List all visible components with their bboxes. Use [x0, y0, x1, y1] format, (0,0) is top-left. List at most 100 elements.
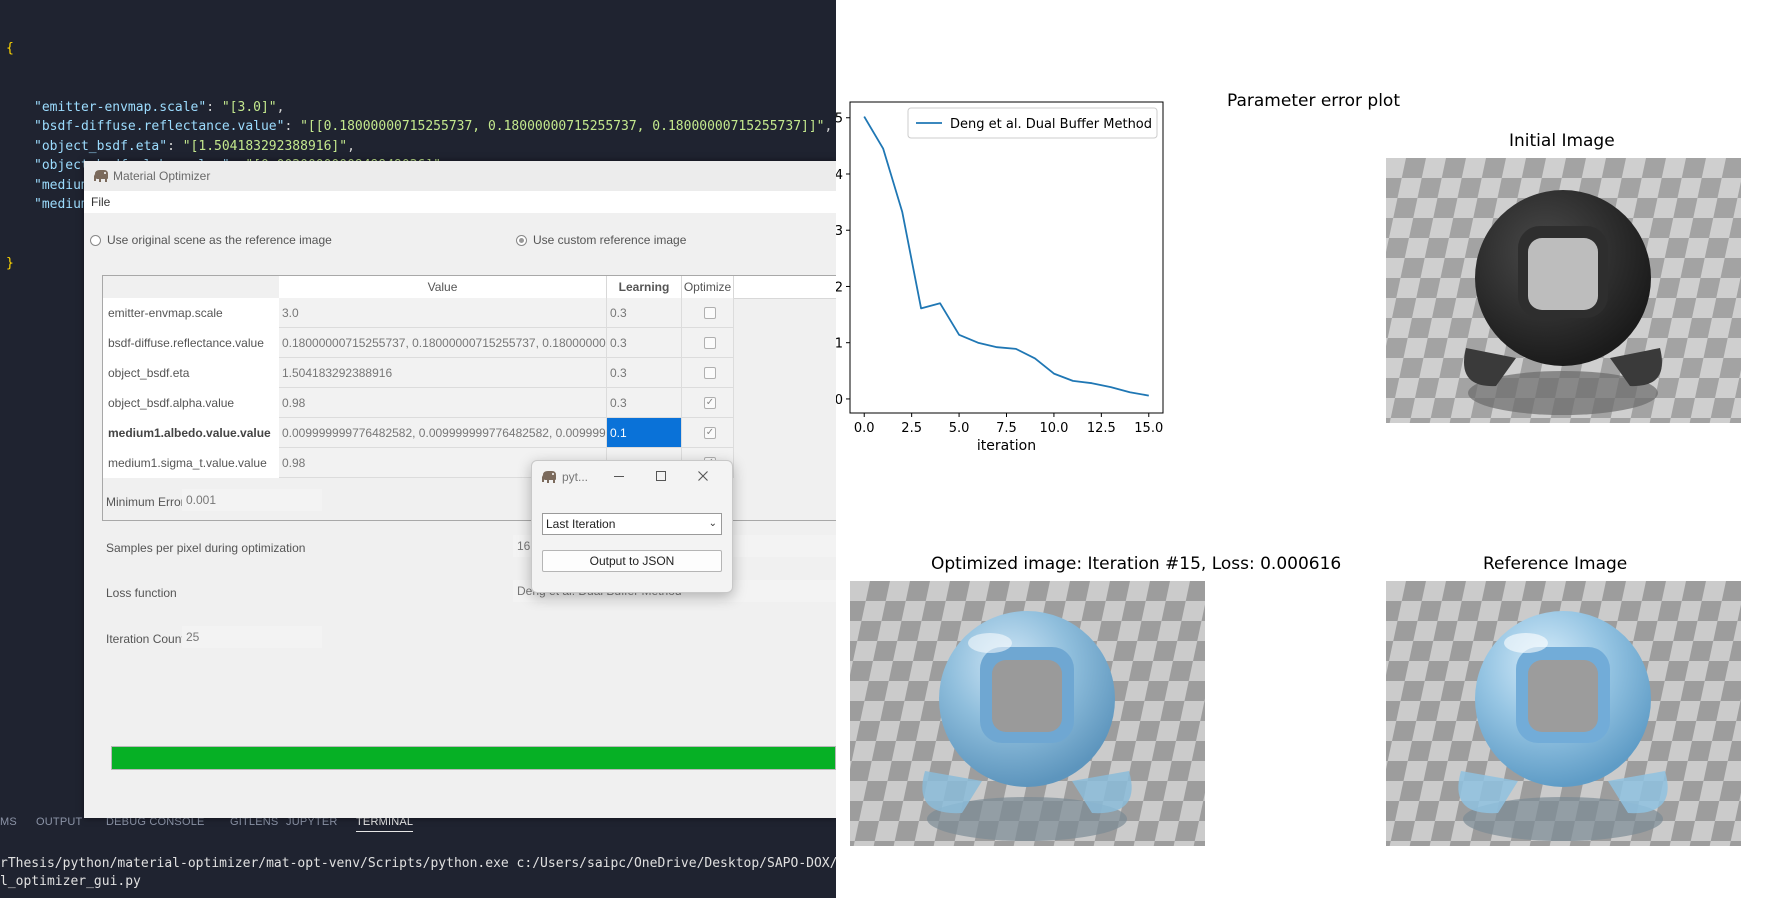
param-name: bsdf-diffuse.reflectance.value [103, 328, 279, 358]
radio-custom-reference[interactable]: Use custom reference image [516, 233, 686, 247]
param-name: emitter-envmap.scale [103, 298, 279, 328]
min-error-field[interactable]: 0.001 [182, 489, 322, 511]
radio-button[interactable] [516, 234, 527, 246]
learning-rate-cell[interactable]: 0.3 [607, 328, 682, 358]
json-key: "emitter-envmap.scale" [34, 99, 207, 115]
param-value-cell[interactable]: 1.504183292388916 [279, 358, 607, 388]
json-comma: , [347, 138, 355, 154]
panel-tab-ms[interactable]: MS [0, 816, 17, 828]
elephant-icon [94, 170, 108, 182]
iteration-count-label: Iteration Count [106, 632, 185, 646]
optimize-checkbox[interactable] [704, 367, 716, 379]
initial-image-title: Initial Image [1509, 131, 1615, 151]
y-tick-label: 0.04 [836, 168, 843, 183]
learning-rate-cell[interactable]: 0.3 [607, 298, 682, 328]
optimize-cell [682, 328, 734, 358]
learning-rate-cell[interactable]: 0.3 [607, 388, 682, 418]
maximize-icon [656, 471, 666, 481]
axes-frame [849, 101, 1164, 414]
x-tick-label: 10.0 [1039, 421, 1068, 436]
optimize-checkbox[interactable] [704, 337, 716, 349]
close-brace: } [6, 255, 14, 271]
json-comma: , [276, 99, 285, 115]
menu-file[interactable]: File [91, 195, 110, 209]
loss-function-label: Loss function [106, 586, 177, 600]
popup-title: pyt... [562, 470, 589, 484]
table-row: object_bsdf.eta 1.504183292388916 0.3 [103, 358, 836, 388]
iteration-count-field[interactable]: 25 [182, 626, 322, 648]
optimized-image [850, 581, 1205, 846]
header-optimize: Optimize [682, 276, 734, 298]
window-titlebar[interactable]: Material Optimizer [84, 161, 836, 191]
x-tick-label: 15.0 [1134, 421, 1163, 436]
header-value: Value [279, 276, 607, 298]
y-tick-label: 0.02 [836, 280, 843, 295]
radio-button[interactable] [90, 234, 101, 246]
table-row: object_bsdf.alpha.value 0.98 0.3 ✓ [103, 388, 836, 418]
json-colon: : [167, 138, 183, 154]
y-tick-label: 0.05 [836, 112, 843, 127]
output-json-button[interactable]: Output to JSON [542, 550, 722, 572]
progress-fill [112, 747, 835, 769]
close-icon [698, 471, 708, 481]
json-colon: : [284, 119, 301, 134]
param-name: medium1.albedo.value.value [103, 418, 279, 448]
learning-rate-cell[interactable]: 0.3 [607, 358, 682, 388]
progress-bar [111, 746, 836, 770]
json-value: "[1.504183292388916]" [182, 138, 348, 154]
optimize-cell: ✓ [682, 418, 734, 448]
table-header: Value Learning Rate Optimize [279, 276, 836, 316]
chevron-down-icon: ⌄ [708, 518, 717, 529]
param-value-cell[interactable]: 0.98 [279, 388, 607, 418]
optimized-image-title: Optimized image: Iteration #15, Loss: 0.… [931, 554, 1342, 574]
param-value-cell[interactable]: 0.009999999776482582, 0.0099999997764825… [279, 418, 607, 448]
terminal-line: rThesis/python/material-optimizer/mat-op… [0, 856, 836, 871]
y-tick-label: 0.03 [836, 224, 843, 239]
panel-tab-output[interactable]: OUTPUT [36, 816, 82, 828]
matplotlib-figure: 0.0 2.5 5.0 7.5 10.0 12.5 15.0 0.00 0.01 0.02 0.03… [836, 0, 1768, 898]
x-tick-label: 0.0 [854, 421, 875, 436]
param-name: medium1.sigma_t.value.value [103, 448, 279, 478]
minimize-button[interactable] [608, 467, 630, 487]
x-tick-label: 5.0 [949, 421, 970, 436]
maximize-button[interactable] [650, 467, 672, 487]
table-row: medium1.albedo.value.value 0.009999999776… [103, 418, 836, 448]
param-name: object_bsdf.eta [103, 358, 279, 388]
param-value-cell[interactable]: 0.18000000715255737, 0.18000000715255737… [279, 328, 607, 358]
close-button[interactable] [692, 467, 714, 487]
spp-label: Samples per pixel during optimization [106, 541, 306, 555]
y-tick-label: 0.01 [836, 337, 843, 352]
json-line: "bsdf-diffuse.reflectance.value": "[[0.1… [6, 117, 832, 137]
learning-rate-cell[interactable]: 0.1 [607, 418, 682, 448]
panel-tab-terminal[interactable]: TERMINAL [356, 816, 414, 832]
minimize-icon [614, 476, 624, 477]
optimize-checkbox[interactable]: ✓ [704, 397, 716, 409]
y-tick-label: 0.00 [836, 393, 843, 408]
json-comma: , [824, 119, 833, 134]
elephant-icon [542, 471, 556, 483]
json-key: "object_bsdf.eta" [34, 138, 168, 154]
iteration-select-value: Last Iteration [546, 517, 616, 531]
optimize-cell [682, 298, 734, 328]
initial-render [1386, 158, 1741, 423]
iteration-select[interactable]: Last Iteration ⌄ [542, 513, 722, 535]
radio-label: Use original scene as the reference imag… [107, 233, 332, 247]
open-brace: { [6, 41, 14, 56]
menu-bar: File [84, 191, 836, 213]
json-colon: : [206, 99, 222, 115]
optimize-checkbox[interactable] [704, 307, 716, 319]
param-value-cell[interactable]: 3.0 [279, 298, 607, 328]
radio-original-scene[interactable]: Use original scene as the reference imag… [90, 233, 332, 247]
json-key: "bsdf-diffuse.reflectance.value" [34, 119, 285, 134]
header-learning-rate: Learning Rate [607, 276, 682, 316]
terminal-line: l_optimizer_gui.py [0, 874, 141, 889]
json-line: "emitter-envmap.scale": "[3.0]", [6, 98, 832, 118]
json-value: "[3.0]" [221, 99, 277, 115]
output-popup-window: pyt... Last Iteration ⌄ Output to JSON [531, 460, 733, 593]
window-title: Material Optimizer [113, 169, 211, 183]
error-plot-title: Parameter error plot [1227, 91, 1400, 111]
min-error-label: Minimum Error [106, 495, 185, 509]
x-tick-label: 12.5 [1087, 421, 1116, 436]
optimize-cell [682, 358, 734, 388]
optimize-checkbox[interactable]: ✓ [704, 427, 716, 439]
